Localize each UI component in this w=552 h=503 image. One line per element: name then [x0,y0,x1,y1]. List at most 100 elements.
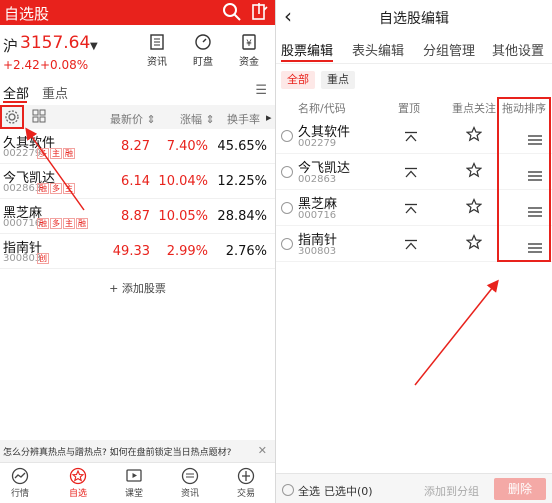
select-radio[interactable] [281,130,293,142]
tag: 融 [76,218,88,229]
money-icon: ¥ [242,34,256,50]
tag: 主 [50,148,62,159]
nav-label: 交易 [236,489,255,499]
tool-watch-button[interactable]: 盯盘 [186,33,220,68]
stock-pct: 7.40% [166,139,208,154]
active-tab-indicator [3,101,27,103]
stock-code: 000716 [3,218,42,229]
edit-icon[interactable] [250,2,270,22]
chip-all[interactable]: 全部 [281,71,315,89]
column-price[interactable]: 最新价 ⇕ [110,111,156,127]
tab-all[interactable]: 全部 [3,83,29,102]
nav-classroom[interactable]: 课堂 [114,467,154,499]
search-icon[interactable] [222,2,242,22]
active-tab-indicator [281,60,333,62]
tag: 主 [63,218,75,229]
tag: 多 [37,148,49,159]
star-icon[interactable] [465,198,483,218]
stock-code: 002279 [298,138,337,149]
column-top: 置顶 [398,102,420,115]
chevron-down-icon[interactable]: ▼ [90,41,98,52]
select-radio[interactable] [281,166,293,178]
stock-code: 002863 [3,183,42,194]
group-chips: 全部 重点 [276,64,552,96]
trade-icon [237,467,255,485]
banner-text: 怎么分辨真热点与蹭热点? 如何在盘前锁定当日热点题材? [3,448,232,458]
nav-label: 行情 [10,489,29,499]
pin-top-icon[interactable] [404,200,418,219]
svg-text:¥: ¥ [246,39,252,49]
table-row[interactable]: 指南针 300803 创 49.33 2.99% 2.76% [0,234,275,269]
tag: 融 [37,218,49,229]
select-radio[interactable] [281,202,293,214]
stock-turnover: 45.65% [217,139,267,154]
delete-button[interactable]: 删除 [494,478,546,500]
stock-code: 300803 [3,253,42,264]
tab-other-settings[interactable]: 其他设置 [492,40,544,59]
table-row[interactable]: 黑芝麻 000716 融多主融 8.87 10.05% 28.84% [0,199,275,234]
chip-focus[interactable]: 重点 [321,71,355,89]
close-icon[interactable]: ✕ [258,444,267,457]
index-value: 3157.64 [20,33,91,53]
watch-icon [195,34,211,50]
index-quote[interactable]: 沪 3157.64 ▼ +2.42 +0.08% 资讯 盯盘 ¥ 资金 [0,25,275,77]
stock-code: 002863 [298,174,337,185]
nav-label: 课堂 [124,489,143,499]
stock-list: 久其软件 002279 多主融 8.27 7.40% 45.65% 今飞凯达 0… [0,129,275,269]
top-bar: ‹ 自选股编辑 [276,0,552,34]
stock-turnover: 28.84% [217,209,267,224]
stock-code: 000716 [298,210,337,221]
stock-turnover: 2.76% [225,244,267,259]
star-icon[interactable] [465,162,483,182]
tag: 多 [50,183,62,194]
tool-news-button[interactable]: 资讯 [140,33,174,68]
nav-news[interactable]: 资讯 [170,467,210,499]
stock-tags: 融多主融 [37,218,88,229]
stock-price: 8.87 [121,209,150,224]
select-radio[interactable] [281,238,293,250]
tag: 融 [37,183,49,194]
column-turnover[interactable]: 换手率 [227,111,260,127]
index-change-pct: +0.08% [40,58,89,72]
tab-stock-edit[interactable]: 股票编辑 [281,40,333,59]
tag: 主 [63,183,75,194]
stock-pct: 2.99% [166,244,208,259]
page-title: 自选股 [4,5,50,23]
table-row[interactable]: 久其软件 002279 多主融 8.27 7.40% 45.65% [0,129,275,164]
tool-label: 盯盘 [193,57,213,68]
stock-tags: 创 [37,253,49,264]
tab-focus[interactable]: 重点 [42,83,68,102]
tab-header-edit[interactable]: 表头编辑 [352,40,404,59]
tag: 融 [63,148,75,159]
pin-top-icon[interactable] [404,128,418,147]
tag: 创 [37,253,49,264]
tab-group-manage[interactable]: 分组管理 [423,40,475,59]
grid-icon[interactable] [32,109,46,126]
pin-top-icon[interactable] [404,164,418,183]
select-all-radio[interactable] [282,484,294,496]
nav-watchlist[interactable]: 自选 [58,467,98,499]
stock-pct: 10.05% [158,209,208,224]
pin-top-icon[interactable] [404,236,418,255]
column-focus: 重点关注 [452,102,496,115]
table-row[interactable]: 今飞凯达 002863 融多主 6.14 10.04% 12.25% [0,164,275,199]
tool-money-button[interactable]: ¥ 资金 [232,33,266,68]
menu-icon[interactable]: ☰ [255,83,267,98]
nav-market[interactable]: 行情 [0,467,40,499]
play-icon [126,469,142,482]
add-stock-button[interactable]: + 添加股票 [0,280,275,296]
star-icon[interactable] [465,126,483,146]
column-change[interactable]: 涨幅 ⇕ [180,111,215,127]
gear-icon[interactable] [4,109,20,128]
edit-tabs: 股票编辑 表头编辑 分组管理 其他设置 [276,34,552,64]
scroll-right-icon[interactable]: ▸ [266,111,272,124]
stock-price: 49.33 [112,244,150,259]
news-icon [181,467,199,485]
index-change: +2.42 [3,58,40,72]
nav-trade[interactable]: 交易 [226,467,266,499]
stock-tags: 融多主 [37,183,75,194]
star-icon[interactable] [465,234,483,254]
add-to-group-button[interactable]: 添加到分组 [424,483,479,499]
promo-banner[interactable]: 怎么分辨真热点与蹭热点? 如何在盘前锁定当日热点题材? ✕ [0,440,275,462]
page-title: 自选股编辑 [379,11,449,27]
